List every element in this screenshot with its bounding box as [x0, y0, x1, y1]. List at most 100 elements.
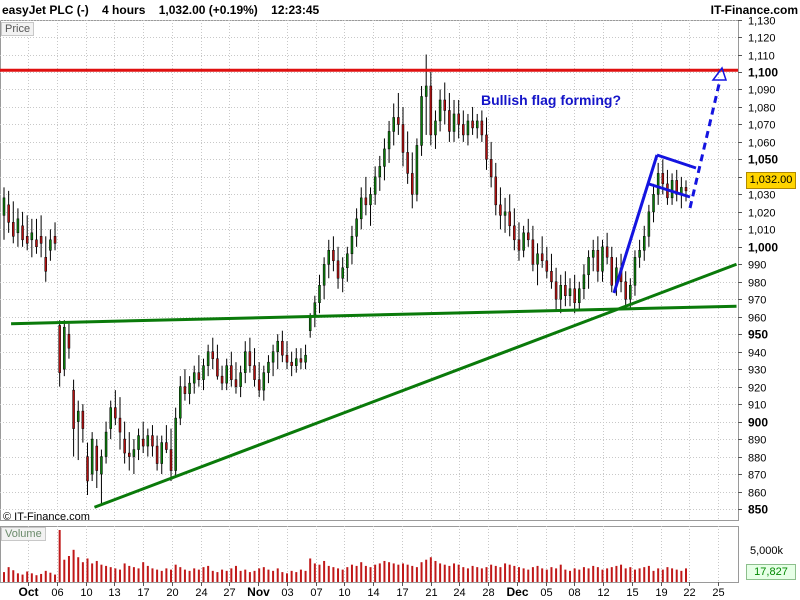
candle [128, 432, 131, 471]
volume-bar [174, 564, 177, 582]
volume-bar [610, 567, 613, 582]
candle-body [480, 120, 484, 136]
y-tick-label: 1,050 [748, 153, 778, 167]
volume-bar [16, 573, 19, 582]
volume-bar [58, 530, 61, 582]
candle-body [527, 232, 530, 241]
candle-body [299, 358, 303, 363]
candle [327, 239, 331, 279]
candle-body [633, 257, 637, 286]
candle-body [318, 285, 321, 303]
volume-bar [476, 567, 479, 582]
volume-bar [643, 567, 646, 582]
volume-bar [480, 568, 483, 582]
volume-bar [564, 569, 567, 582]
x-tick-label: 08 [568, 587, 580, 599]
candle-body [230, 365, 233, 380]
volume-bar [165, 568, 168, 582]
volume-bar [378, 563, 381, 582]
candle [415, 138, 419, 202]
volume-bar [471, 565, 474, 582]
candle-body [118, 417, 122, 433]
volume-bar [406, 564, 409, 582]
candle-body [466, 120, 470, 136]
x-tick-label: 19 [655, 587, 667, 599]
volume-bar [411, 565, 414, 582]
candle [392, 103, 395, 146]
candle [262, 365, 266, 401]
candle-body [308, 316, 312, 331]
volume-bar [369, 567, 372, 582]
candle-body [489, 159, 493, 178]
candle-body [415, 145, 419, 195]
x-tick-label: 07 [310, 587, 322, 599]
volume-bar [499, 567, 502, 582]
candle [341, 257, 344, 293]
x-tick-label: 24 [453, 587, 465, 599]
volume-bar [666, 567, 669, 582]
volume-bar [170, 569, 173, 582]
x-tick-label: 22 [683, 587, 695, 599]
candle-body [155, 445, 159, 464]
candle [503, 197, 507, 233]
volume-bar [295, 572, 298, 582]
volume-bar [685, 568, 687, 582]
projection-dashed-line [688, 79, 722, 209]
candle-body [610, 257, 614, 286]
candle [573, 274, 576, 314]
candle [513, 208, 516, 251]
candle [638, 239, 641, 268]
candle [35, 218, 38, 254]
candle-body [109, 407, 112, 429]
candle-body [355, 218, 358, 237]
candle [457, 99, 460, 139]
volume-bar [633, 569, 636, 582]
candle-body [169, 449, 173, 471]
candle [578, 281, 581, 310]
candle-body [536, 253, 539, 265]
candle [485, 117, 488, 170]
candle [271, 344, 275, 377]
candle-body [12, 222, 15, 237]
volume-bar [578, 569, 581, 582]
volume-bar [355, 565, 358, 582]
candle [174, 407, 177, 478]
candle-body [392, 117, 395, 132]
candle-body [128, 452, 131, 457]
volume-bar [350, 564, 353, 582]
candle [137, 428, 140, 461]
candle-body [322, 264, 326, 286]
volume-bar [332, 567, 335, 582]
volume-bar [587, 568, 590, 582]
volume-bar [448, 565, 451, 582]
candle [536, 243, 539, 286]
volume-bar [160, 570, 163, 582]
candle-body [624, 281, 627, 300]
volume-bar [401, 563, 404, 582]
candle-body [341, 267, 344, 279]
candle [424, 54, 428, 135]
volume-bar [457, 564, 460, 582]
candle-body [86, 456, 89, 482]
candle-body [146, 435, 150, 447]
x-tick-label: 10 [80, 587, 92, 599]
y-tick-label: 950 [748, 328, 768, 342]
candle-body [271, 351, 275, 363]
candle-body [656, 173, 660, 195]
candle-body [406, 152, 409, 174]
candle [359, 187, 363, 230]
volume-bar [179, 567, 182, 582]
candle-body [44, 257, 48, 272]
candle-body [104, 431, 108, 457]
candle-body [30, 232, 34, 241]
candle [81, 404, 85, 443]
candle [67, 323, 71, 359]
candle-body [179, 386, 182, 419]
candle-body [81, 410, 85, 429]
candle-body [2, 197, 6, 216]
candle [253, 348, 256, 387]
candle-body [591, 250, 595, 258]
candle-body [336, 260, 340, 279]
price-chart[interactable]: 850 860 870 880 890 900 910 920 930 940 950 960 970 9… [0, 0, 800, 600]
candle [230, 351, 233, 387]
